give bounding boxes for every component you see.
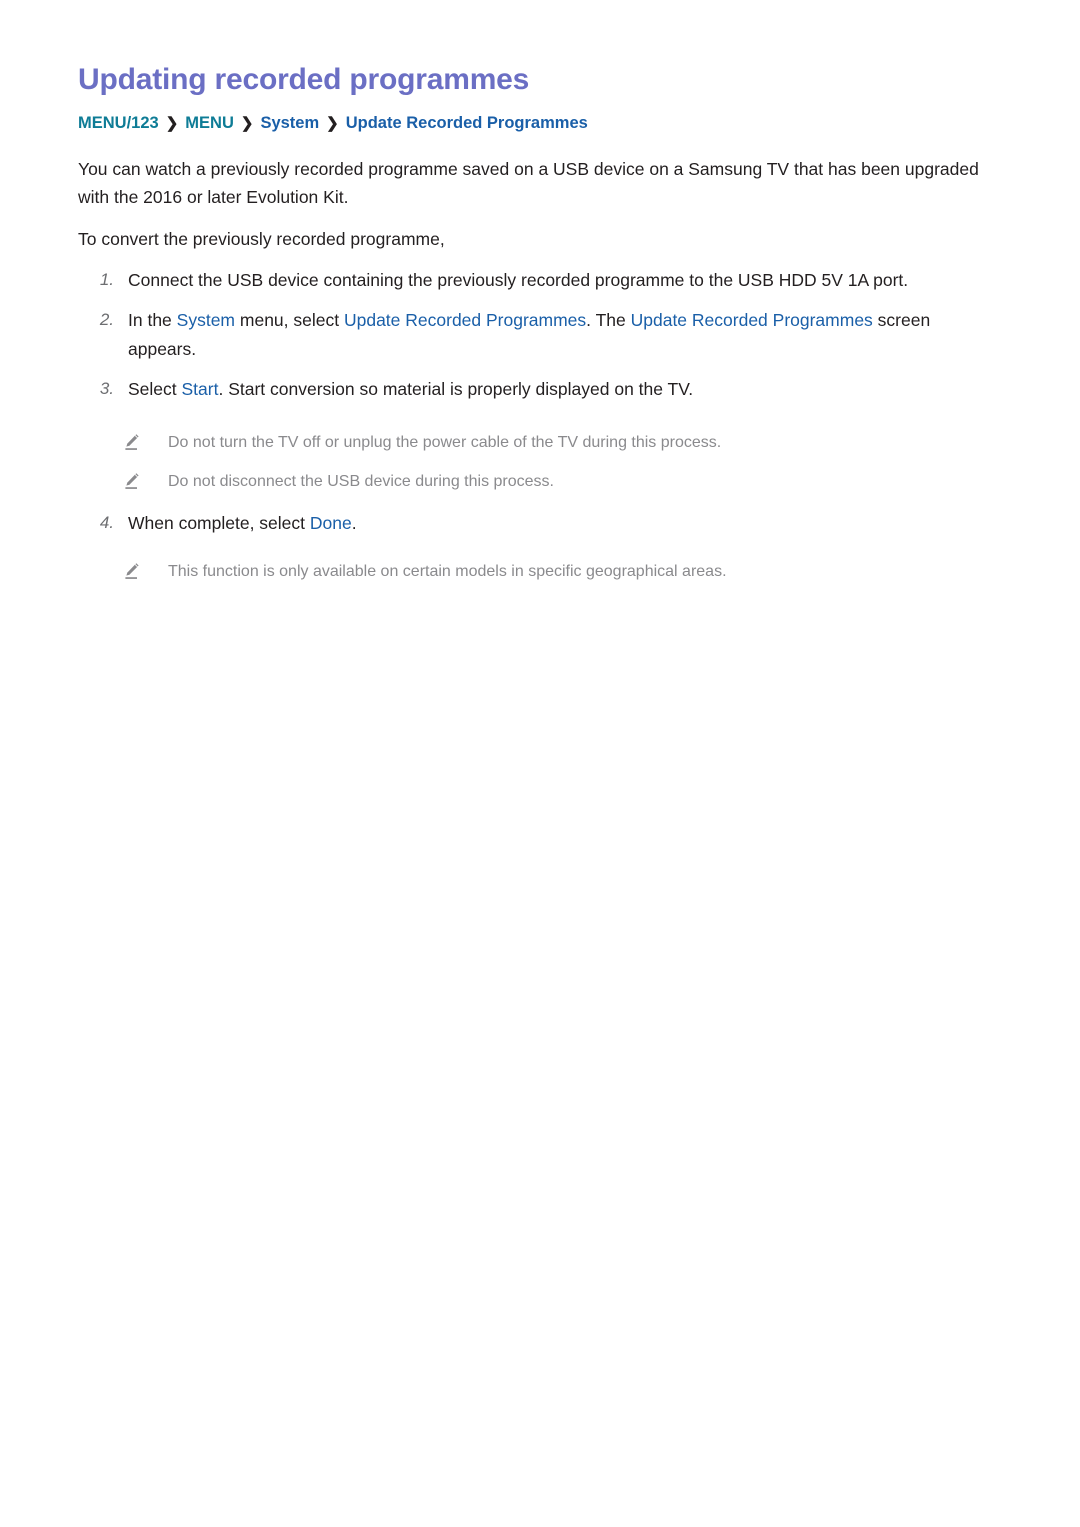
- note-text: This function is only available on certa…: [168, 563, 727, 581]
- breadcrumb-item-system[interactable]: System: [260, 114, 319, 132]
- step-text-part: menu, select: [235, 310, 344, 331]
- step-text: When complete, select Done.: [128, 513, 357, 533]
- step-text-part: .: [351, 512, 357, 533]
- breadcrumb-item-update-recorded-programmes[interactable]: Update Recorded Programmes: [346, 114, 588, 132]
- step-text-part: . Start conversion so material is proper…: [218, 379, 694, 400]
- chevron-right-icon: ❯: [326, 115, 339, 132]
- step-number: 1.: [99, 270, 114, 290]
- chevron-right-icon: ❯: [165, 115, 179, 132]
- steps-list: 1. Connect the USB device containing the…: [78, 266, 985, 403]
- step-text-part: Select: [128, 379, 182, 400]
- step-text-part: In the: [128, 310, 177, 331]
- pencil-icon: [122, 561, 142, 581]
- pencil-icon: [122, 471, 142, 491]
- step-number: 3.: [99, 379, 114, 399]
- step-number: 4.: [99, 512, 114, 532]
- step-highlight-update-recorded-programmes-screen[interactable]: Update Recorded Programmes: [631, 310, 873, 330]
- step-item-3: 3. Select Start. Start conversion so mat…: [78, 375, 985, 403]
- note-item: This function is only available on certa…: [78, 559, 985, 585]
- notes-list-after-step-3: Do not turn the TV off or unplug the pow…: [78, 430, 985, 495]
- step-text: Select Start. Start conversion so materi…: [128, 379, 693, 399]
- breadcrumb-item-menu123[interactable]: MENU/123: [78, 114, 159, 132]
- notes-list-after-step-4: This function is only available on certa…: [78, 559, 985, 585]
- document-page: Updating recorded programmes MENU/123 ❯ ME…: [0, 0, 1080, 1527]
- page-title: Updating recorded programmes: [78, 63, 530, 96]
- step-text-part: . The: [586, 310, 631, 331]
- step-number: 2.: [99, 310, 114, 330]
- step-text: In the System menu, select Update Record…: [128, 310, 930, 358]
- step-text: Connect the USB device containing the pr…: [128, 270, 908, 290]
- step-text-part: Connect the USB device containing the pr…: [128, 270, 909, 291]
- breadcrumb: MENU/123 ❯ MENU ❯ System ❯ Update Recorded Pro…: [78, 112, 985, 135]
- steps-list-continued: 4. When complete, select Done.: [78, 509, 985, 537]
- note-text: Do not disconnect the USB device during …: [168, 473, 554, 491]
- step-item-4: 4. When complete, select Done.: [78, 509, 985, 537]
- step-highlight-done[interactable]: Done: [310, 513, 352, 533]
- step-highlight-update-recorded-programmes[interactable]: Update Recorded Programmes: [344, 310, 586, 330]
- step-item-2: 2. In the System menu, select Update Rec…: [78, 306, 985, 363]
- breadcrumb-item-menu[interactable]: MENU: [185, 114, 234, 132]
- step-item-1: 1. Connect the USB device containing the…: [78, 266, 985, 294]
- note-item: Do not disconnect the USB device during …: [78, 469, 985, 495]
- step-highlight-start[interactable]: Start: [182, 379, 219, 399]
- step-highlight-system[interactable]: System: [177, 310, 235, 330]
- step-text-part: When complete, select: [128, 512, 310, 533]
- chevron-right-icon: ❯: [240, 115, 254, 132]
- intro-paragraph-1: You can watch a previously recorded prog…: [78, 159, 979, 208]
- note-item: Do not turn the TV off or unplug the pow…: [78, 430, 985, 456]
- pencil-icon: [122, 432, 142, 452]
- note-text: Do not turn the TV off or unplug the pow…: [168, 433, 722, 451]
- intro-paragraph-2: To convert the previously recorded progr…: [78, 228, 445, 249]
